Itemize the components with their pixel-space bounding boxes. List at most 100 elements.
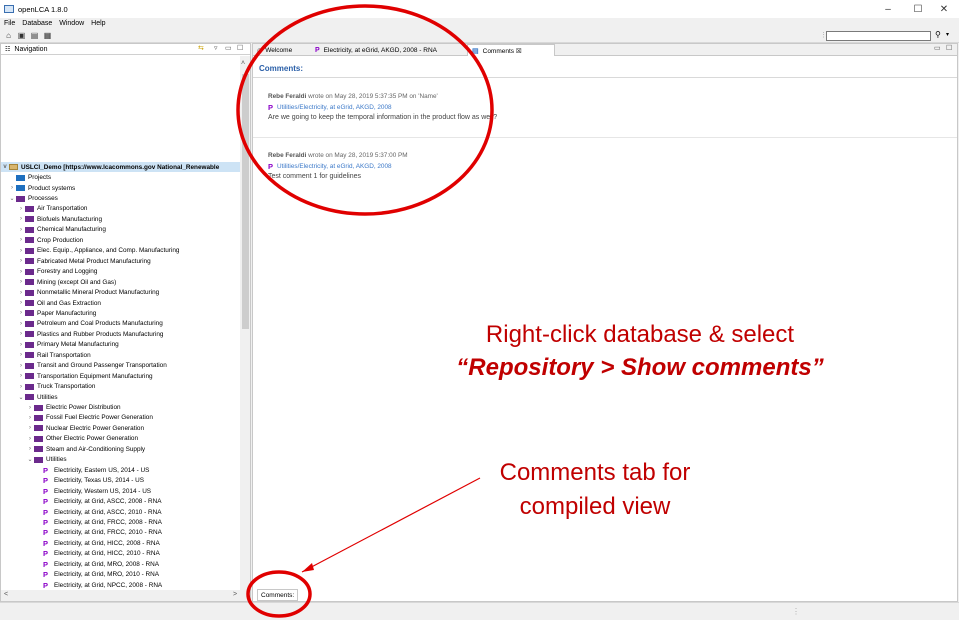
- tree-item[interactable]: P Electricity, at Grid, ASCC, 2010 - RNA: [35, 507, 162, 517]
- tree-item[interactable]: ⌄ Processes: [8, 193, 57, 203]
- scroll-left-icon[interactable]: <: [4, 591, 8, 598]
- tree-item[interactable]: P Electricity, at Grid, NPCC, 2008 - RNA: [35, 580, 162, 590]
- comment-link-label[interactable]: Utilities/Electricity, at eGrid, AKGD, 2…: [277, 163, 392, 170]
- menu-window[interactable]: Window: [55, 20, 87, 27]
- search-input[interactable]: [826, 31, 931, 41]
- minimize-editor-icon[interactable]: ▭: [934, 44, 941, 52]
- menu-file[interactable]: File: [0, 20, 18, 27]
- scrollbar-thumb[interactable]: [242, 74, 249, 329]
- bottom-comments-tab[interactable]: Comments:: [257, 589, 299, 601]
- chevron-right-icon[interactable]: ›: [17, 237, 25, 243]
- chevron-right-icon[interactable]: ›: [17, 373, 25, 379]
- menu-database[interactable]: Database: [18, 20, 55, 27]
- save-as-icon[interactable]: ▤: [30, 31, 39, 40]
- chevron-right-icon[interactable]: ›: [17, 216, 25, 222]
- chevron-down-icon[interactable]: v: [1, 164, 9, 170]
- tree-item[interactable]: › Transportation Equipment Manufacturing: [17, 371, 153, 381]
- tree-item[interactable]: › Product systems: [8, 183, 75, 193]
- tree-item[interactable]: › Transit and Ground Passenger Transporta…: [17, 361, 167, 371]
- chevron-right-icon[interactable]: ›: [26, 415, 34, 421]
- tree-item[interactable]: › Oil and Gas Extraction: [17, 298, 101, 308]
- tree-item[interactable]: Projects: [8, 172, 51, 182]
- chevron-right-icon[interactable]: ›: [17, 206, 25, 212]
- chevron-right-icon[interactable]: ›: [17, 321, 25, 327]
- chevron-right-icon[interactable]: ›: [26, 446, 34, 452]
- chevron-down-icon[interactable]: ⌄: [17, 394, 25, 401]
- chevron-down-icon[interactable]: ⌄: [26, 456, 34, 463]
- chevron-right-icon[interactable]: ›: [17, 363, 25, 369]
- tree-item[interactable]: P Electricity, Texas US, 2014 - US: [35, 476, 144, 486]
- tree-item[interactable]: › Paper Manufacturing: [17, 308, 96, 318]
- tree-item[interactable]: › Chemical Manufacturing: [17, 225, 106, 235]
- tree-item[interactable]: › Nonmetallic Mineral Product Manufacturi…: [17, 287, 159, 297]
- tree-item[interactable]: › Petroleum and Coal Products Manufacturi…: [17, 319, 163, 329]
- tree-item[interactable]: › Mining (except Oil and Gas): [17, 277, 116, 287]
- chevron-right-icon[interactable]: ›: [17, 310, 25, 316]
- tab-welcome[interactable]: ⌂ Welcome: [253, 44, 309, 56]
- tree-item[interactable]: P Electricity, Eastern US, 2014 - US: [35, 465, 149, 475]
- tree-item[interactable]: › Nuclear Electric Power Generation: [26, 423, 144, 433]
- chevron-right-icon[interactable]: ›: [17, 248, 25, 254]
- chevron-right-icon[interactable]: ›: [17, 384, 25, 390]
- tree-item[interactable]: P Electricity, at Grid, MRO, 2008 - RNA: [35, 559, 159, 569]
- tree-item[interactable]: P Electricity, at Grid, HICC, 2008 - RNA: [35, 538, 160, 548]
- tree-item[interactable]: › Primary Metal Manufacturing: [17, 340, 119, 350]
- tree-item[interactable]: › Truck Transportation: [17, 381, 95, 391]
- tree-item[interactable]: P Electricity, at Grid, FRCC, 2010 - RNA: [35, 528, 162, 538]
- scroll-up-icon[interactable]: ˄: [241, 60, 245, 67]
- tree-item[interactable]: › Other Electric Power Generation: [26, 434, 138, 444]
- comment-link[interactable]: P Utilities/Electricity, at eGrid, AKGD, …: [268, 162, 408, 171]
- tree-item[interactable]: › Rail Transportation: [17, 350, 91, 360]
- tree-item[interactable]: › Steam and Air-Conditioning Supply: [26, 444, 145, 454]
- save-all-icon[interactable]: ▦: [43, 31, 52, 40]
- minimize-button[interactable]: –: [873, 0, 903, 18]
- chevron-right-icon[interactable]: ›: [17, 331, 25, 337]
- navigation-scrollbar-vertical[interactable]: ˄: [240, 56, 250, 590]
- tree-item[interactable]: › Biofuels Manufacturing: [17, 214, 102, 224]
- tree-item[interactable]: › Fabricated Metal Product Manufacturing: [17, 256, 151, 266]
- chevron-right-icon[interactable]: ›: [8, 185, 16, 191]
- tree-item[interactable]: P Electricity, at Grid, FRCC, 2008 - RNA: [35, 517, 162, 527]
- link-editor-icon[interactable]: ⇆: [198, 44, 204, 52]
- chevron-right-icon[interactable]: ›: [17, 279, 25, 285]
- chevron-right-icon[interactable]: ›: [26, 425, 34, 431]
- tree-root-database[interactable]: v USLCI_Demo [https://www.lcacommons.gov…: [1, 162, 240, 173]
- menu-help[interactable]: Help: [87, 20, 108, 27]
- tree-item[interactable]: › Air Transportation: [17, 204, 87, 214]
- search-icon[interactable]: ⚲: [935, 30, 941, 39]
- save-icon[interactable]: ▣: [17, 31, 26, 40]
- tree-item[interactable]: › Electric Power Distribution: [26, 402, 121, 412]
- scroll-right-icon[interactable]: >: [233, 591, 237, 598]
- chevron-right-icon[interactable]: ›: [17, 258, 25, 264]
- tree-item[interactable]: › Fossil Fuel Electric Power Generation: [26, 413, 153, 423]
- tree-item[interactable]: ⌄ Utilities: [17, 392, 57, 402]
- tree-item[interactable]: ⌄ Utilities: [26, 455, 66, 465]
- chevron-right-icon[interactable]: ›: [26, 405, 34, 411]
- maximize-editor-icon[interactable]: ☐: [946, 44, 952, 52]
- comment-link-label[interactable]: Utilities/Electricity, at eGrid, AKGD, 2…: [277, 104, 392, 111]
- navigation-scrollbar-horizontal[interactable]: < >: [1, 590, 250, 601]
- tree-item[interactable]: P Electricity, Western US, 2014 - US: [35, 486, 151, 496]
- tree-item[interactable]: P Electricity, at Grid, ASCC, 2008 - RNA: [35, 496, 162, 506]
- chevron-right-icon[interactable]: ›: [26, 436, 34, 442]
- chevron-right-icon[interactable]: ›: [17, 269, 25, 275]
- minimize-view-icon[interactable]: ▭: [225, 44, 232, 52]
- chevron-down-icon[interactable]: ▾: [946, 31, 949, 38]
- chevron-right-icon[interactable]: ›: [17, 342, 25, 348]
- chevron-right-icon[interactable]: ›: [17, 300, 25, 306]
- chevron-right-icon[interactable]: ›: [17, 290, 25, 296]
- view-menu-icon[interactable]: ▿: [214, 44, 218, 52]
- tree-item[interactable]: P Electricity, at Grid, MRO, 2010 - RNA: [35, 570, 159, 580]
- close-button[interactable]: ✕: [929, 0, 959, 18]
- tree-item[interactable]: › Forestry and Logging: [17, 267, 97, 277]
- tree-item[interactable]: › Elec. Equip., Appliance, and Comp. Manu…: [17, 246, 179, 256]
- chevron-down-icon[interactable]: ⌄: [8, 195, 16, 202]
- maximize-view-icon[interactable]: ☐: [237, 44, 243, 52]
- comment-link[interactable]: P Utilities/Electricity, at eGrid, AKGD, …: [268, 103, 497, 112]
- tree-item[interactable]: P Electricity, at Grid, HICC, 2010 - RNA: [35, 549, 160, 559]
- home-icon[interactable]: ⌂: [4, 31, 13, 40]
- chevron-right-icon[interactable]: ›: [17, 227, 25, 233]
- tree-item[interactable]: › Crop Production: [17, 235, 83, 245]
- tab-process[interactable]: P Electricity, at eGrid, AKGD, 2008 - RN…: [311, 44, 461, 56]
- tab-comments[interactable]: ▤ Comments ☒: [467, 44, 555, 56]
